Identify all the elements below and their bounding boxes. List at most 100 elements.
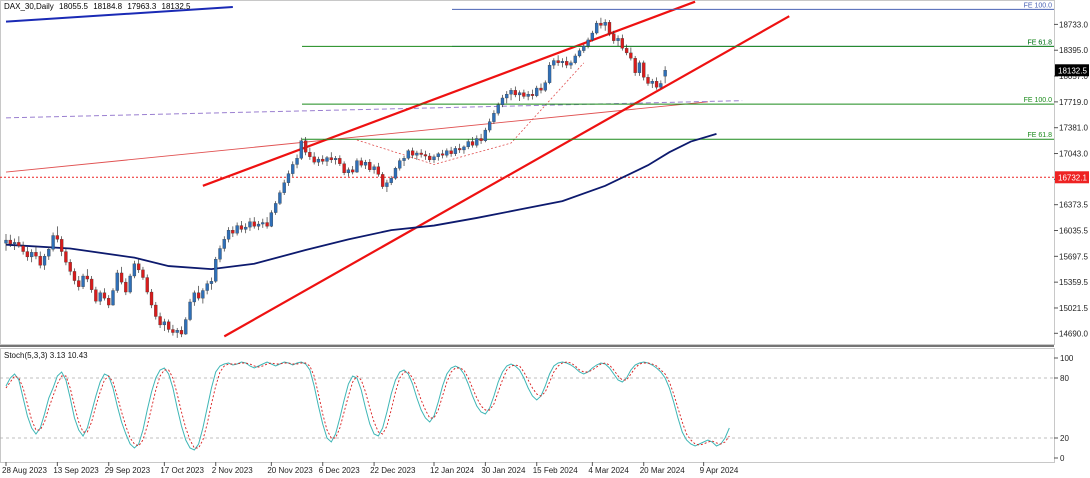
- date-tick-label: 12 Jan 2024: [430, 466, 475, 475]
- channel-line[interactable]: [223, 15, 790, 338]
- candle-body: [282, 182, 286, 193]
- price-tick-label: 18395.0: [1059, 46, 1088, 55]
- candle-body: [599, 22, 603, 26]
- candle-body: [594, 22, 599, 34]
- date-tick-label: 17 Oct 2023: [160, 466, 204, 475]
- fib-level-label: FE 61.8: [1027, 39, 1052, 46]
- candle-body: [231, 230, 235, 234]
- date-tick-label: 4 Mar 2024: [588, 466, 629, 475]
- fib-level-label: FE 100.0: [1024, 97, 1053, 104]
- fibonacci-levels[interactable]: FE 100.0FE 61.8FE 61.8FE 100.0FE 61.8: [0, 2, 1054, 178]
- candle-body: [214, 259, 218, 282]
- candle-body: [573, 55, 577, 63]
- candle-body: [8, 239, 12, 245]
- candle-body: [188, 301, 192, 320]
- candle-body: [132, 263, 137, 277]
- stochastic-title: Stoch(5,3,3) 3.13 10.43: [4, 351, 88, 360]
- date-axis: 28 Aug 2023 13 Sep 2023 29 Sep 2023 17 Oct …: [2, 462, 739, 475]
- candle-body: [64, 251, 68, 263]
- candle-body: [402, 158, 406, 161]
- candle-body: [34, 252, 38, 257]
- stochastic-frame: [0, 348, 1055, 463]
- candle-body: [162, 321, 167, 326]
- candle-body: [145, 277, 149, 293]
- moving-average-line: [5, 133, 717, 271]
- candle-body: [218, 248, 222, 260]
- price-tick-label: 17719.0: [1059, 98, 1088, 107]
- price-tick-label: 15021.5: [1059, 304, 1088, 313]
- candle-body: [633, 58, 637, 73]
- candle-body: [385, 182, 389, 187]
- candle-body: [415, 152, 419, 156]
- candle-body: [368, 162, 372, 170]
- candle-body: [526, 94, 530, 97]
- candle-body: [543, 82, 547, 91]
- candle-body: [98, 292, 102, 302]
- candle-body: [59, 239, 64, 252]
- candle-body: [196, 292, 201, 299]
- candle-body: [166, 321, 171, 330]
- candle-body: [94, 289, 98, 302]
- candle-body: [149, 291, 154, 306]
- current-price-label: 18132.5: [1058, 66, 1087, 75]
- candle-body: [355, 160, 359, 173]
- candle-body: [346, 169, 351, 174]
- candle-body: [560, 61, 565, 63]
- stochastic-d-line: [5, 361, 730, 449]
- price-tick-label: 18733.0: [1059, 20, 1088, 29]
- candle-body: [248, 221, 252, 228]
- candle-body: [612, 33, 616, 41]
- candle-body: [107, 298, 111, 306]
- candle-body: [565, 61, 569, 66]
- stochastic-panel[interactable]: Stoch(5,3,3) 3.13 10.43 100 80 20 0: [0, 351, 1074, 463]
- date-tick-label: 22 Dec 2023: [370, 466, 416, 475]
- candle-body: [500, 97, 505, 106]
- candle-body: [479, 138, 483, 141]
- candle-body: [17, 242, 21, 246]
- candle-body: [222, 239, 226, 249]
- candle-body: [462, 146, 466, 151]
- candle-body: [72, 271, 77, 281]
- candle-body: [470, 141, 475, 146]
- date-tick-label: 30 Jan 2024: [481, 466, 526, 475]
- candle-body: [659, 83, 663, 88]
- candle-body: [273, 203, 278, 213]
- candle-body: [338, 158, 342, 164]
- candle-body: [466, 141, 470, 148]
- candle-body: [363, 162, 368, 166]
- stochastic-tick-label: 0: [1060, 454, 1065, 463]
- candle-body: [535, 87, 539, 96]
- candle-body: [607, 22, 612, 34]
- candle-body: [299, 140, 303, 159]
- date-tick-label: 2 Nov 2023: [212, 466, 253, 475]
- candle-body: [154, 304, 158, 317]
- candle-body: [25, 251, 30, 258]
- price-chart[interactable]: FE 100.0FE 61.8FE 61.8FE 100.0FE 61.8 18…: [0, 0, 1090, 478]
- candle-body: [119, 272, 124, 283]
- candle-body: [77, 280, 81, 287]
- candle-body: [171, 329, 175, 333]
- candle-body: [303, 140, 308, 153]
- candle-body: [624, 48, 629, 54]
- candle-body: [376, 166, 381, 175]
- symbol-label: DAX_30,Daily: [4, 2, 54, 11]
- marked-level-label: 16732.1: [1058, 173, 1087, 182]
- candle-body: [124, 281, 128, 293]
- price-tick-label: 14690.0: [1059, 329, 1088, 338]
- candle-body: [419, 152, 423, 155]
- candle-body: [603, 22, 607, 26]
- candle-body: [475, 138, 479, 146]
- channel-line[interactable]: [202, 0, 696, 187]
- candle-body: [295, 158, 299, 165]
- candle-body: [582, 45, 586, 51]
- candle-body: [483, 129, 488, 141]
- candle-body: [663, 70, 667, 77]
- candle-body: [102, 292, 107, 299]
- trendlines[interactable]: [5, 0, 790, 338]
- candle-body: [650, 81, 654, 84]
- candle-body: [201, 290, 205, 299]
- candle-body: [55, 235, 60, 240]
- candle-body: [286, 173, 291, 183]
- candle-body: [410, 150, 415, 156]
- candle-body: [321, 158, 325, 162]
